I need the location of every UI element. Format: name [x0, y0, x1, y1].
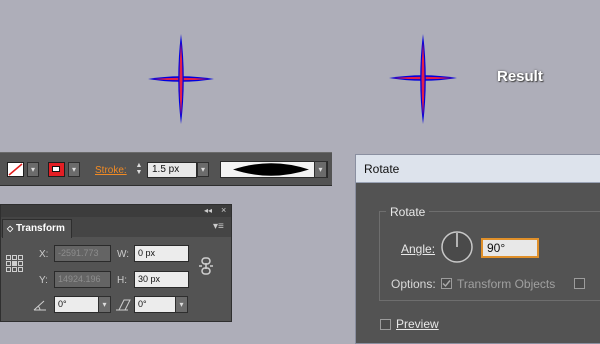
angle-label: Angle: — [401, 242, 436, 256]
angle-input[interactable]: 90° — [481, 238, 539, 258]
no-fill-swatch-icon[interactable] — [7, 162, 24, 177]
spinner-icon[interactable]: ▲ ▼ — [133, 162, 145, 177]
stroke-label[interactable]: Stroke: — [95, 165, 127, 176]
control-bar: ▾ ▾ Stroke: ▲ ▼ 1.5 px ▾ ▾ — [0, 152, 332, 186]
x-label: X: — [39, 249, 49, 260]
preview-checkbox[interactable] — [380, 319, 391, 330]
tab-transform[interactable]: ◇ Transform — [2, 219, 72, 238]
transform-panel: ◂◂ × ◇ Transform ▾≡ X: -2591.773 W: 0 px… — [0, 204, 232, 322]
result-star-shape[interactable] — [389, 34, 457, 124]
x-field[interactable]: -2591.773 — [54, 245, 111, 262]
width-profile-select[interactable]: ▾ — [220, 161, 328, 178]
y-field[interactable]: 14924.196 — [54, 271, 111, 288]
tab-toggle-icon: ◇ — [7, 224, 14, 233]
original-star-shape[interactable] — [148, 34, 214, 124]
constrain-link-icon[interactable] — [199, 257, 213, 275]
transform-objects-checkbox[interactable] — [441, 278, 452, 289]
width-profile-dropdown-icon[interactable]: ▾ — [314, 161, 327, 178]
close-icon[interactable]: × — [221, 205, 226, 215]
collapse-icon[interactable]: ◂◂ — [204, 206, 212, 215]
rotate-field[interactable]: 0° — [54, 296, 99, 313]
rotate-dialog: Rotate Rotate Angle: 90° Options: Transf… — [355, 154, 600, 344]
panel-header: ◂◂ × — [1, 205, 231, 217]
dialog-title: Rotate — [356, 155, 600, 183]
w-label: W: — [117, 249, 130, 260]
h-field[interactable]: 30 px — [134, 271, 189, 288]
w-field[interactable]: 0 px — [134, 245, 189, 262]
fill-dropdown-icon[interactable]: ▾ — [27, 162, 39, 177]
stroke-swatch-icon[interactable] — [48, 162, 65, 177]
rotate-angle-icon — [33, 300, 46, 311]
options-label: Options: — [391, 277, 436, 291]
stroke-weight-input[interactable]: 1.5 px — [147, 162, 197, 178]
y-label: Y: — [39, 275, 48, 286]
shear-dropdown-icon[interactable]: ▾ — [175, 296, 188, 313]
transform-patterns-checkbox[interactable] — [574, 278, 585, 289]
preview-label: Preview — [396, 317, 439, 331]
stroke-dropdown-icon[interactable]: ▾ — [68, 162, 80, 177]
shear-field[interactable]: 0° — [134, 296, 176, 313]
result-label: Result — [497, 68, 543, 85]
panel-menu-icon[interactable]: ▾≡ — [213, 221, 224, 232]
rotate-group-label: Rotate — [386, 205, 430, 219]
tab-transform-label: Transform — [15, 223, 65, 234]
angle-dial-icon[interactable] — [440, 230, 474, 264]
reference-point-icon[interactable] — [6, 255, 24, 273]
h-label: H: — [117, 275, 127, 286]
transform-objects-label: Transform Objects — [457, 277, 556, 291]
shear-angle-icon — [116, 299, 131, 311]
rotate-dropdown-icon[interactable]: ▾ — [98, 296, 111, 313]
width-profile-icon — [233, 163, 309, 176]
stroke-weight-dropdown-icon[interactable]: ▾ — [197, 162, 209, 177]
